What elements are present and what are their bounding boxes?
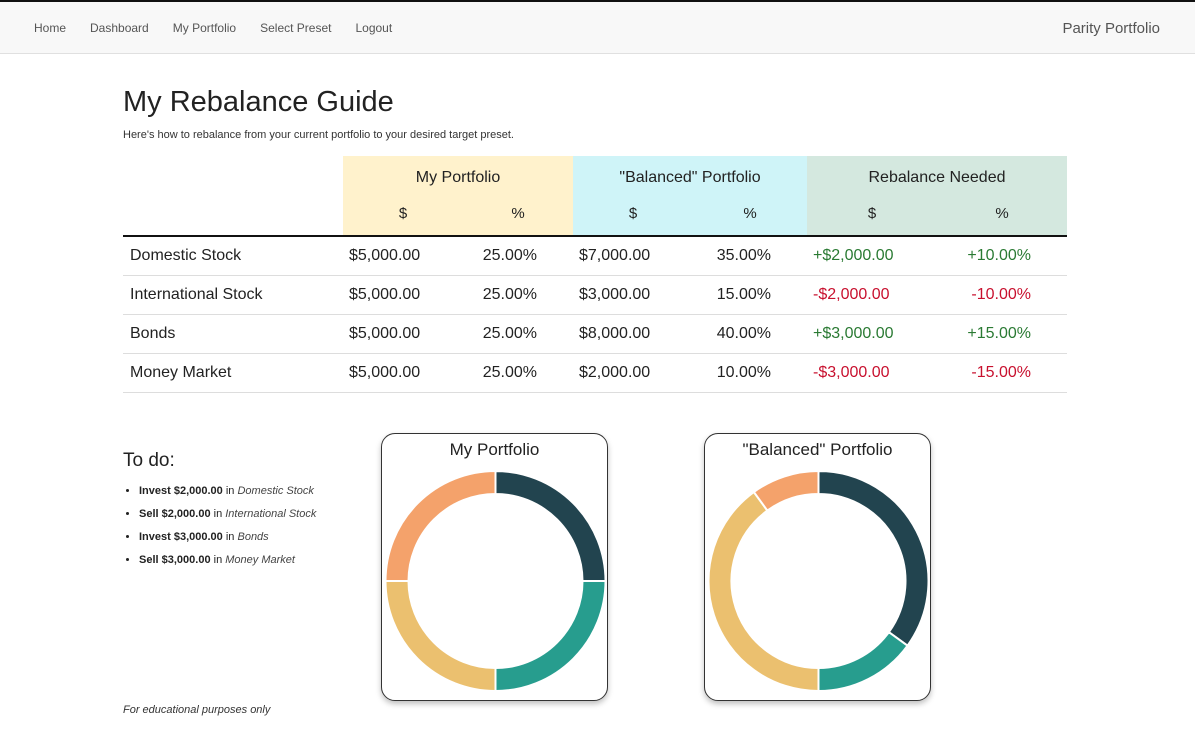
todo-heading: To do: <box>123 450 175 471</box>
rebalance-table-container: My Portfolio "Balanced" Portfolio Rebala… <box>123 156 1067 393</box>
my-amount: $5,000.00 <box>343 236 463 276</box>
todo-action: Invest $2,000.00 <box>139 485 223 497</box>
nav-select-preset-link[interactable]: Select Preset <box>260 21 331 35</box>
nav-my-portfolio-link[interactable]: My Portfolio <box>173 21 236 35</box>
todo-list: Invest $2,000.00 in Domestic Stock Sell … <box>139 484 316 576</box>
nav-home-link[interactable]: Home <box>34 21 66 35</box>
my-percent: 25.00% <box>463 314 573 354</box>
donut-slice-bonds[interactable] <box>707 490 820 693</box>
table-subheader-row: $ % $ % $ % <box>123 196 1067 237</box>
rebalance-percent: +10.00% <box>937 236 1067 276</box>
balanced-portfolio-chart-card: "Balanced" Portfolio <box>704 433 931 701</box>
donut-slice-money-market[interactable] <box>384 472 497 582</box>
rebalance-amount: -$2,000.00 <box>807 275 937 315</box>
table-row: Bonds $5,000.00 25.00% $8,000.00 40.00% … <box>123 314 1067 354</box>
balanced-amount: $8,000.00 <box>573 314 693 354</box>
balanced-percent: 40.00% <box>693 314 807 354</box>
table-group-header-row: My Portfolio "Balanced" Portfolio Rebala… <box>123 156 1067 196</box>
subheader-rebalance-amount: $ <box>807 196 937 237</box>
chart-title: "Balanced" Portfolio <box>742 440 893 459</box>
balanced-amount: $3,000.00 <box>573 275 693 315</box>
todo-asset: Domestic Stock <box>237 485 314 497</box>
donut-slice-domestic-stock[interactable] <box>817 472 930 648</box>
table-row: Domestic Stock $5,000.00 25.00% $7,000.0… <box>123 236 1067 276</box>
header-rebalance-needed: Rebalance Needed <box>807 156 1067 196</box>
header-my-portfolio: My Portfolio <box>343 156 573 196</box>
my-percent: 25.00% <box>463 236 573 276</box>
todo-in: in <box>225 531 235 543</box>
rebalance-percent: -10.00% <box>937 275 1067 315</box>
donut-slice-international-stock[interactable] <box>817 630 909 693</box>
nav-logout-link[interactable]: Logout <box>355 21 392 35</box>
rebalance-amount: +$3,000.00 <box>807 314 937 354</box>
balanced-percent: 35.00% <box>693 236 807 276</box>
table-row: International Stock $5,000.00 25.00% $3,… <box>123 275 1067 315</box>
list-item: Invest $2,000.00 in Domestic Stock <box>139 484 316 507</box>
my-amount: $5,000.00 <box>343 275 463 315</box>
asset-name: Bonds <box>123 314 343 354</box>
todo-in: in <box>225 485 235 497</box>
subheader-balanced-amount: $ <box>573 196 693 237</box>
todo-in: in <box>213 508 223 520</box>
todo-asset: Bonds <box>237 531 269 543</box>
rebalance-amount: -$3,000.00 <box>807 353 937 393</box>
my-portfolio-donut-chart <box>384 472 607 693</box>
balanced-portfolio-donut-chart <box>707 472 930 693</box>
todo-action: Sell $3,000.00 <box>139 554 211 566</box>
asset-name: Domestic Stock <box>123 236 343 276</box>
donut-slice-domestic-stock[interactable] <box>494 472 607 582</box>
chart-title: My Portfolio <box>449 440 540 459</box>
page-title: My Rebalance Guide <box>123 86 394 118</box>
rebalance-percent: -15.00% <box>937 353 1067 393</box>
nav-dashboard-link[interactable]: Dashboard <box>90 21 149 35</box>
my-percent: 25.00% <box>463 275 573 315</box>
header-balanced-portfolio: "Balanced" Portfolio <box>573 156 807 196</box>
todo-asset: Money Market <box>225 554 295 566</box>
list-item: Sell $2,000.00 in International Stock <box>139 507 316 530</box>
balanced-amount: $7,000.00 <box>573 236 693 276</box>
subheader-my-percent: % <box>463 196 573 237</box>
asset-name: International Stock <box>123 275 343 315</box>
rebalance-percent: +15.00% <box>937 314 1067 354</box>
table-row: Money Market $5,000.00 25.00% $2,000.00 … <box>123 353 1067 393</box>
asset-name: Money Market <box>123 353 343 393</box>
rebalance-table: My Portfolio "Balanced" Portfolio Rebala… <box>123 156 1067 393</box>
donut-slice-bonds[interactable] <box>384 580 497 693</box>
top-navbar: Home Dashboard My Portfolio Select Prese… <box>0 0 1195 54</box>
my-amount: $5,000.00 <box>343 353 463 393</box>
brand-link[interactable]: Parity Portfolio <box>1062 2 1160 54</box>
donut-slice-international-stock[interactable] <box>494 580 607 693</box>
todo-asset: International Stock <box>225 508 317 520</box>
balanced-percent: 15.00% <box>693 275 807 315</box>
my-amount: $5,000.00 <box>343 314 463 354</box>
donut-slice-money-market[interactable] <box>752 472 820 513</box>
todo-in: in <box>213 554 223 566</box>
todo-action: Sell $2,000.00 <box>139 508 211 520</box>
list-item: Invest $3,000.00 in Bonds <box>139 530 316 553</box>
educational-disclaimer: For educational purposes only <box>123 704 271 716</box>
balanced-percent: 10.00% <box>693 353 807 393</box>
my-portfolio-chart-card: My Portfolio <box>381 433 608 701</box>
todo-action: Invest $3,000.00 <box>139 531 223 543</box>
list-item: Sell $3,000.00 in Money Market <box>139 553 316 576</box>
subheader-my-amount: $ <box>343 196 463 237</box>
rebalance-amount: +$2,000.00 <box>807 236 937 276</box>
balanced-amount: $2,000.00 <box>573 353 693 393</box>
subheader-rebalance-percent: % <box>937 196 1067 237</box>
page-subtitle: Here's how to rebalance from your curren… <box>123 129 514 141</box>
table-subheader-blank <box>123 196 343 237</box>
subheader-balanced-percent: % <box>693 196 807 237</box>
table-header-blank <box>123 156 343 196</box>
my-percent: 25.00% <box>463 353 573 393</box>
nav-links: Home Dashboard My Portfolio Select Prese… <box>22 2 404 54</box>
